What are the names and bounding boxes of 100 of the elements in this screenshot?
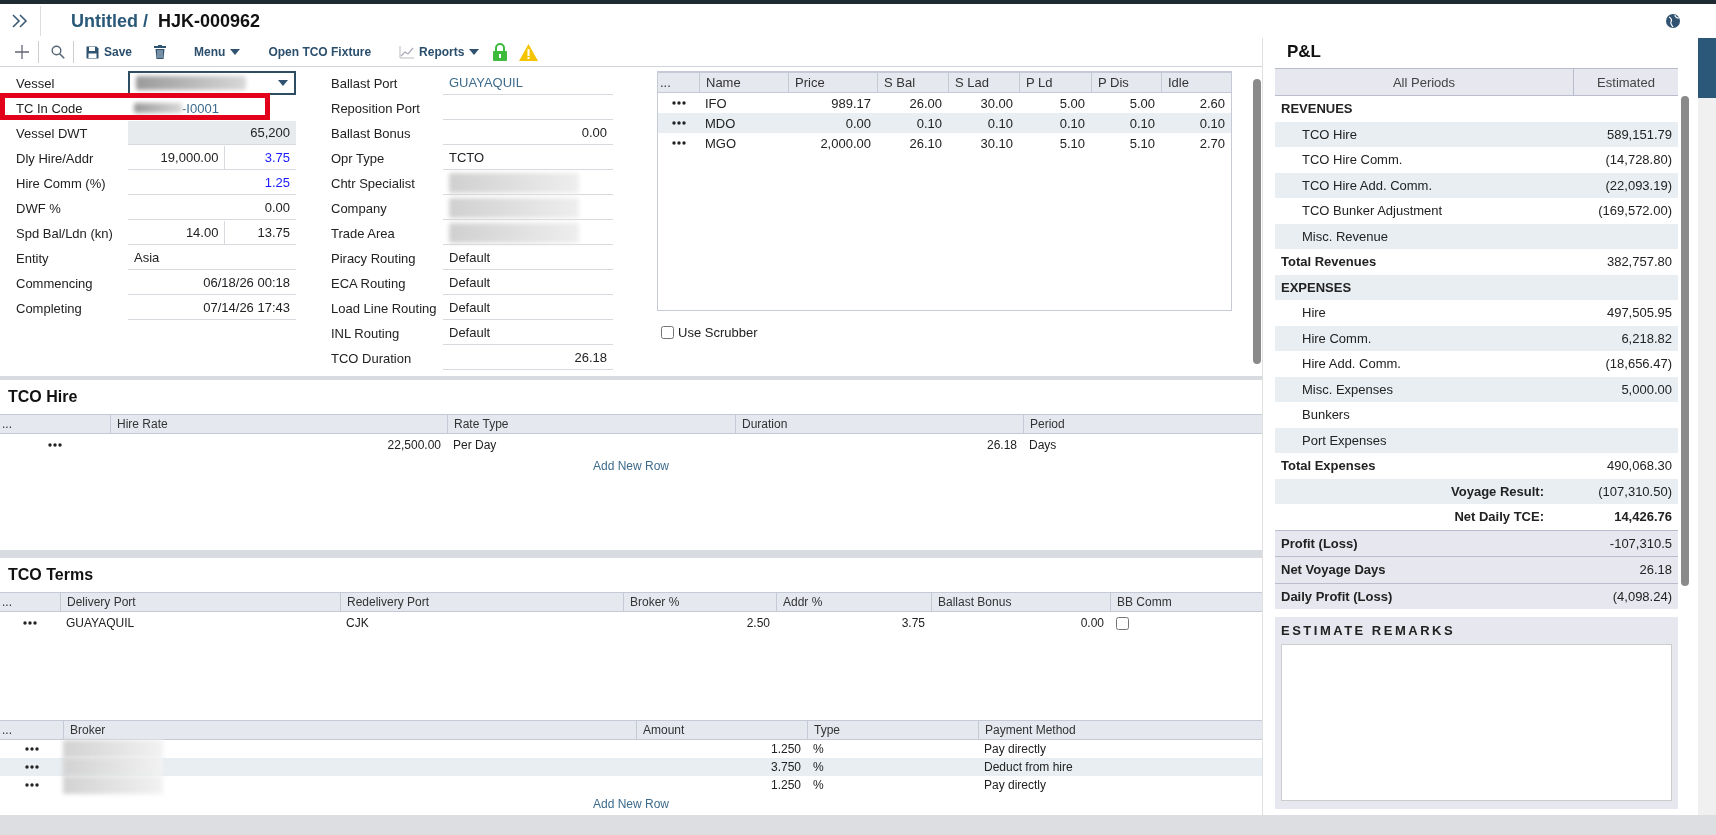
input-field[interactable]: 07/14/26 17:43 [128, 296, 296, 320]
add-row-link[interactable]: Add New Row [593, 797, 669, 811]
input-field[interactable] [443, 221, 613, 245]
add-row-link[interactable]: Add New Row [593, 459, 669, 473]
input-field[interactable]: Default [443, 246, 613, 270]
column-header[interactable]: Period [1030, 417, 1065, 431]
column-header[interactable]: BB Comm [1117, 595, 1172, 609]
row-menu-button[interactable] [23, 621, 37, 625]
column-header[interactable]: Name [706, 75, 741, 90]
row-menu-button[interactable] [671, 101, 686, 105]
input-field[interactable]: 3.75 [225, 146, 296, 169]
column-header[interactable]: Broker [70, 723, 106, 737]
column-header[interactable]: Amount [643, 723, 685, 737]
column-header[interactable]: Estimated [1597, 74, 1655, 90]
row-menu-button[interactable] [24, 765, 39, 769]
column-header[interactable]: ... [2, 417, 12, 431]
estimate-code: HJK-000962 [158, 10, 261, 32]
pnl-value: 497,505.95 [1606, 305, 1672, 321]
column-header[interactable]: Redelivery Port [347, 595, 430, 609]
input-field[interactable]: 06/18/26 00:18 [128, 271, 296, 295]
expand-button[interactable] [11, 13, 29, 29]
pnl-value: (18,656.47) [1605, 356, 1672, 372]
table-cell: CJK [346, 616, 369, 630]
globe-button[interactable] [1666, 14, 1680, 28]
input-field[interactable]: 0.00 [443, 121, 613, 145]
input-field[interactable]: Asia [128, 246, 296, 270]
input-field[interactable]: Default [443, 271, 613, 295]
column-header[interactable]: Delivery Port [67, 595, 136, 609]
column-header[interactable]: Duration [742, 417, 788, 431]
row-menu-button[interactable] [48, 443, 62, 447]
reports-button[interactable]: Reports [395, 43, 484, 61]
table-cell: 2.50 [746, 616, 770, 630]
table-cell: 0.00 [1080, 616, 1104, 630]
row-menu-button[interactable] [24, 783, 39, 787]
row-menu-button[interactable] [24, 747, 39, 751]
column-header[interactable]: Broker % [630, 595, 680, 609]
lock-icon [493, 43, 508, 61]
table-cell: MDO [705, 115, 736, 131]
input-field[interactable]: 19,000.00 [128, 146, 226, 169]
column-header[interactable]: All Periods [1392, 74, 1456, 90]
column-header[interactable]: Type [814, 723, 840, 737]
column-header[interactable]: Idle [1168, 75, 1189, 90]
summary-label: Net Voyage Days [1281, 562, 1387, 578]
table-cell: MGO [705, 135, 737, 151]
input-field[interactable]: Default [443, 321, 613, 345]
checkbox-label[interactable]: Use Scrubber [678, 325, 758, 340]
pnl-value: 382,757.80 [1606, 254, 1672, 270]
row-menu-button[interactable] [671, 141, 686, 145]
more-icon [48, 443, 62, 447]
table-cell: 0.10 [1059, 115, 1085, 131]
field-label: Dly Hire/Addr [16, 150, 94, 166]
column-header[interactable]: S Bal [884, 75, 916, 90]
field-label: ECA Routing [331, 275, 406, 291]
column-header[interactable]: Price [795, 75, 825, 90]
input-field[interactable]: GUAYAQUIL [443, 71, 613, 95]
input-field[interactable]: TCTO [443, 146, 613, 170]
checkbox[interactable] [1116, 616, 1129, 630]
input-field[interactable]: 0.00 [128, 196, 296, 220]
input-field[interactable] [443, 171, 613, 195]
menu-button[interactable]: Menu [190, 43, 245, 61]
input-field[interactable]: 26.18 [443, 346, 613, 370]
column-header[interactable]: P Ld [1026, 75, 1053, 90]
vessel-select[interactable] [128, 71, 296, 95]
column-header[interactable]: Rate Type [454, 417, 509, 431]
column-header[interactable]: Payment Method [985, 723, 1076, 737]
field-label: Hire Comm (%) [16, 175, 106, 191]
table-cell: 0.10 [1199, 115, 1225, 131]
column-header[interactable]: ... [2, 723, 12, 737]
input-field[interactable]: 1.25 [128, 171, 296, 195]
column-header[interactable]: P Dis [1098, 75, 1129, 90]
field-label: Piracy Routing [331, 250, 416, 266]
remarks-title: ESTIMATE REMARKS [1281, 623, 1457, 638]
page-title: Untitled / [71, 10, 148, 32]
field-label: Company [331, 200, 387, 216]
table-cell: % [813, 778, 824, 792]
column-header[interactable]: S Lad [955, 75, 989, 90]
table-cell: Pay directly [984, 742, 1047, 756]
input-field[interactable] [443, 196, 613, 220]
table-cell: 0.00 [845, 115, 871, 131]
warning-icon [519, 43, 539, 61]
more-icon [24, 765, 39, 769]
input-field[interactable]: -I0001 [128, 96, 296, 120]
column-header[interactable]: Addr % [783, 595, 823, 609]
open-fixture-button[interactable]: Open TCO Fixture [264, 43, 376, 61]
pnl-label: Bunkers [1301, 407, 1351, 423]
table-cell: 5.00 [1129, 95, 1155, 111]
input-field[interactable]: Default [443, 296, 613, 320]
input-field[interactable]: 13.75 [225, 221, 296, 244]
row-menu-button[interactable] [671, 121, 686, 125]
caret-icon [278, 80, 288, 86]
column-header[interactable]: ... [2, 595, 12, 609]
summary-label: Daily Profit (Loss) [1281, 588, 1394, 604]
field-label: Commencing [16, 275, 93, 291]
column-header[interactable]: Hire Rate [117, 417, 168, 431]
input-field[interactable]: 14.00 [128, 221, 226, 244]
remarks-field[interactable] [1281, 644, 1672, 801]
column-header[interactable]: Ballast Bonus [938, 595, 1012, 609]
save-button[interactable]: Save [82, 43, 137, 61]
column-header[interactable]: ... [660, 75, 671, 90]
checkbox[interactable] [661, 326, 674, 339]
